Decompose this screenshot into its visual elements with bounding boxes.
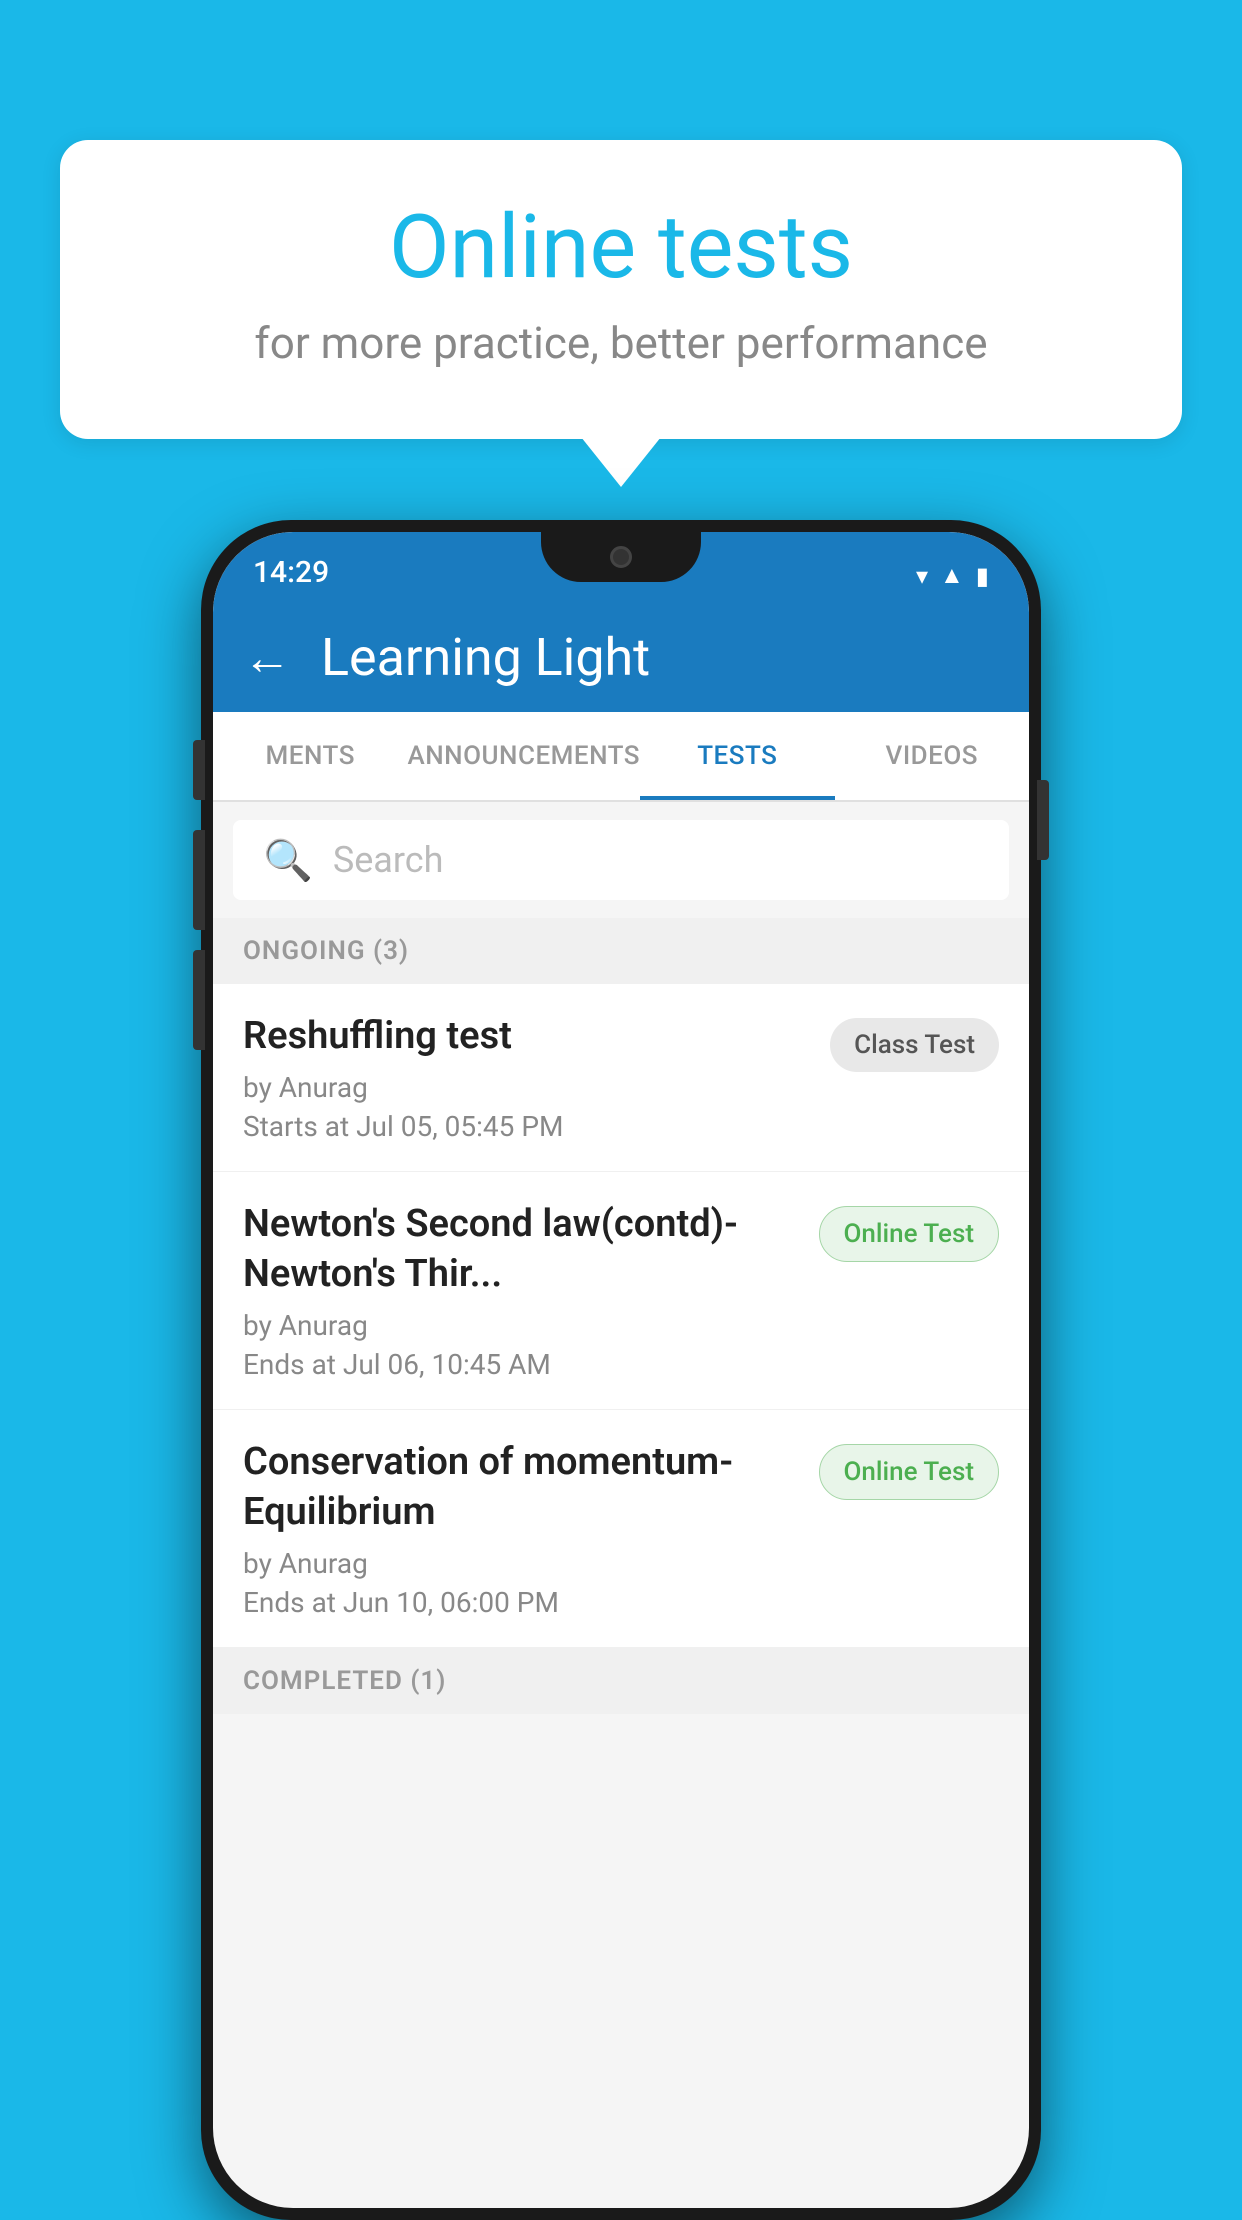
- test-item-newton[interactable]: Newton's Second law(contd)-Newton's Thir…: [213, 1172, 1029, 1410]
- test-info-newton: Newton's Second law(contd)-Newton's Thir…: [243, 1200, 799, 1381]
- app-bar: ← Learning Light: [213, 602, 1029, 712]
- tab-videos[interactable]: VIDEOS: [835, 712, 1029, 800]
- test-name-newton: Newton's Second law(contd)-Newton's Thir…: [243, 1200, 799, 1299]
- search-input[interactable]: Search: [333, 839, 444, 881]
- bubble-subtitle: for more practice, better performance: [140, 317, 1102, 369]
- test-badge-conservation: Online Test: [819, 1444, 1000, 1500]
- tab-tests[interactable]: TESTS: [640, 712, 834, 800]
- power-button: [1037, 780, 1049, 860]
- phone-screen: 14:29 ▾ ▲ ▮ ← Learning Light MENTS: [213, 532, 1029, 2208]
- test-name-reshuffling: Reshuffling test: [243, 1012, 810, 1061]
- test-badge-newton: Online Test: [819, 1206, 1000, 1262]
- tab-ments[interactable]: MENTS: [213, 712, 407, 800]
- volume-up-button: [193, 740, 205, 800]
- battery-icon: ▮: [976, 562, 989, 590]
- completed-section-header: COMPLETED (1): [213, 1648, 1029, 1714]
- phone-outer: 14:29 ▾ ▲ ▮ ← Learning Light MENTS: [201, 520, 1041, 2220]
- completed-label: COMPLETED (1): [243, 1666, 446, 1696]
- tab-announcements[interactable]: ANNOUNCEMENTS: [407, 712, 640, 800]
- test-info-reshuffling: Reshuffling test by Anurag Starts at Jul…: [243, 1012, 810, 1143]
- test-item-reshuffling[interactable]: Reshuffling test by Anurag Starts at Jul…: [213, 984, 1029, 1172]
- test-by-conservation: by Anurag: [243, 1547, 799, 1580]
- speech-bubble: Online tests for more practice, better p…: [60, 140, 1182, 439]
- test-info-conservation: Conservation of momentum-Equilibrium by …: [243, 1438, 799, 1619]
- ongoing-label: ONGOING (3): [243, 936, 409, 966]
- back-button[interactable]: ←: [243, 629, 291, 686]
- test-list: Reshuffling test by Anurag Starts at Jul…: [213, 984, 1029, 1648]
- front-camera: [610, 546, 632, 568]
- test-by-newton: by Anurag: [243, 1309, 799, 1342]
- test-name-conservation: Conservation of momentum-Equilibrium: [243, 1438, 799, 1537]
- wifi-icon: ▾: [916, 562, 928, 590]
- search-icon: 🔍: [263, 837, 313, 884]
- search-container: 🔍 Search: [213, 802, 1029, 918]
- promo-section: Online tests for more practice, better p…: [60, 140, 1182, 439]
- status-icons: ▾ ▲ ▮: [916, 561, 989, 590]
- phone-notch: [541, 532, 701, 582]
- signal-icon: ▲: [940, 561, 964, 590]
- app-title: Learning Light: [321, 627, 650, 688]
- test-time-newton: Ends at Jul 06, 10:45 AM: [243, 1348, 799, 1381]
- test-time-conservation: Ends at Jun 10, 06:00 PM: [243, 1586, 799, 1619]
- tabs-bar: MENTS ANNOUNCEMENTS TESTS VIDEOS: [213, 712, 1029, 802]
- search-bar[interactable]: 🔍 Search: [233, 820, 1009, 900]
- ongoing-section-header: ONGOING (3): [213, 918, 1029, 984]
- silent-button: [193, 950, 205, 1050]
- test-item-conservation[interactable]: Conservation of momentum-Equilibrium by …: [213, 1410, 1029, 1648]
- test-by-reshuffling: by Anurag: [243, 1071, 810, 1104]
- test-badge-reshuffling: Class Test: [830, 1018, 999, 1072]
- bubble-title: Online tests: [140, 200, 1102, 297]
- screen-content: 14:29 ▾ ▲ ▮ ← Learning Light MENTS: [213, 532, 1029, 2208]
- phone-mockup: 14:29 ▾ ▲ ▮ ← Learning Light MENTS: [201, 520, 1041, 2220]
- test-time-reshuffling: Starts at Jul 05, 05:45 PM: [243, 1110, 810, 1143]
- volume-down-button: [193, 830, 205, 930]
